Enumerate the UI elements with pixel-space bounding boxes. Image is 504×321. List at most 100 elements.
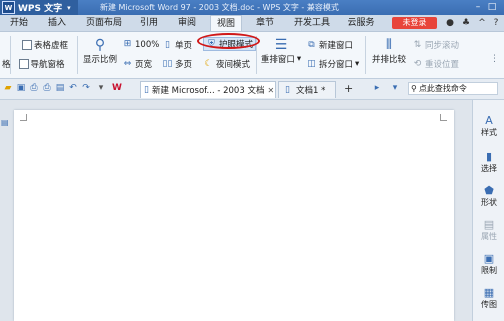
panel-label: 形状: [481, 198, 497, 207]
new-window-button[interactable]: ⧉ 新建窗口: [306, 39, 354, 52]
tab-document-active[interactable]: ▯ 新建 Microsof... - 2003 文档 ✕: [140, 81, 276, 98]
panel-label: 选择: [481, 164, 497, 173]
panel-upload-image[interactable]: ▦ 传图: [473, 286, 504, 310]
prev-tab-icon[interactable]: ▸: [372, 83, 382, 94]
panel-shapes[interactable]: ⬟ 形状: [473, 184, 504, 208]
night-mode-button[interactable]: ☾ 夜间模式: [203, 58, 251, 71]
panel-restrict[interactable]: ▣ 限制: [473, 252, 504, 276]
wps-home-tab[interactable]: W: [112, 83, 122, 94]
select-icon: ▮: [485, 150, 493, 163]
zoom-100-button[interactable]: ⊞ 100%: [122, 39, 160, 50]
night-mode-label: 夜间模式: [216, 60, 251, 70]
reset-position-icon: ⟲: [413, 58, 422, 69]
nav-pane-toggle[interactable]: 格 导航窗格: [2, 58, 65, 70]
menu-review[interactable]: 审阅: [172, 15, 202, 31]
checkbox[interactable]: [18, 59, 29, 69]
rearrange-window-button[interactable]: ☰ 重排窗口 ▾: [260, 37, 302, 65]
document-icon: ▯: [144, 84, 149, 95]
ribbon-more-icon[interactable]: ⋮: [490, 54, 499, 64]
app-menu-button[interactable]: W WPS 文字 ▾: [0, 0, 78, 15]
sync-scroll-label: 同步滚动: [425, 41, 460, 51]
margin-marker: [20, 114, 27, 121]
panel-select[interactable]: ▮ 选择: [473, 150, 504, 174]
moon-icon: ☾: [204, 58, 213, 69]
menu-page-layout[interactable]: 页面布局: [82, 15, 126, 31]
reset-position-label: 重设位置: [425, 60, 460, 70]
single-page-button[interactable]: ▯ 单页: [162, 39, 192, 52]
split-window-label: 拆分窗口: [319, 60, 354, 70]
tab-title: 新建 Microsof... - 2003 文档: [151, 86, 265, 96]
maximize-icon[interactable]: □: [486, 1, 498, 13]
ruler-icon[interactable]: ▤: [1, 118, 10, 127]
print-icon[interactable]: ⎙: [42, 83, 52, 94]
wps-logo-icon: W: [2, 1, 15, 14]
compare-icon: ⫴: [386, 37, 392, 53]
menu-view[interactable]: 视图: [210, 15, 242, 31]
zoom-button[interactable]: ⚲ 显示比例: [82, 37, 118, 65]
new-window-label: 新建窗口: [319, 41, 354, 51]
shapes-icon: ⬟: [484, 184, 494, 197]
redo-icon[interactable]: ↷: [81, 83, 91, 94]
panel-label: 限制: [481, 266, 497, 275]
panel-label: 属性: [481, 232, 497, 241]
tab-list-icon[interactable]: ▾: [390, 83, 400, 94]
separator: [365, 36, 366, 74]
title-bar: W WPS 文字 ▾ 新建 Microsoft Word 97 - 2003 文…: [0, 0, 504, 15]
rearrange-label: 重排窗口 ▾: [260, 54, 302, 65]
sync-scroll-icon: ⇅: [413, 39, 422, 50]
minimize-icon[interactable]: –: [472, 1, 484, 13]
menu-insert[interactable]: 插入: [42, 15, 72, 31]
side-by-side-label: 并排比较: [371, 55, 406, 65]
menu-section[interactable]: 章节: [250, 15, 280, 31]
new-tab-button[interactable]: +: [344, 82, 353, 95]
panel-label: 传图: [481, 300, 497, 309]
tab-bar: ▰ ▣ ⎙ ⎙ ▤ ↶ ↷ ▾ W ▯ 新建 Microsof... - 200…: [0, 79, 504, 100]
highlight-circle: [197, 33, 260, 49]
separator: [77, 36, 78, 74]
login-button[interactable]: 未登录: [392, 17, 437, 29]
side-by-side-button[interactable]: ⫴ 并排比较: [369, 37, 409, 65]
menu-home[interactable]: 开始: [4, 15, 34, 31]
margin-marker: [440, 114, 447, 121]
menu-bar: 开始 插入 页面布局 引用 审阅 视图 章节 开发工具 云服务 未登录 ● ♣ …: [0, 15, 504, 32]
split-window-button[interactable]: ◫ 拆分窗口 ▾: [306, 58, 359, 71]
command-search[interactable]: ⚲ 点此查找命令: [408, 82, 498, 95]
page-width-button[interactable]: ⇔ 页宽: [122, 58, 153, 71]
tab-title: 文档1 *: [296, 86, 326, 96]
search-placeholder: 点此查找命令: [418, 84, 467, 93]
zoom-label: 显示比例: [82, 55, 117, 65]
skin-icon[interactable]: ●: [444, 17, 456, 29]
checkbox[interactable]: [22, 40, 32, 50]
zoom-100-icon: ⊞: [123, 39, 132, 49]
save-icon[interactable]: ▣: [16, 83, 26, 94]
multi-page-button[interactable]: ▯▯ 多页: [162, 58, 192, 71]
menu-cloud[interactable]: 云服务: [342, 15, 380, 31]
document-page[interactable]: [14, 110, 454, 321]
collapse-icon[interactable]: ^: [476, 17, 488, 29]
print-preview-icon[interactable]: ⎙: [29, 83, 39, 94]
table-gridlines-label: 表格虚框: [34, 41, 69, 51]
chevron-down-icon: ▾: [67, 3, 71, 12]
panel-properties[interactable]: ▤ 属性: [473, 218, 504, 242]
preview-icon[interactable]: ▤: [55, 83, 65, 94]
dropdown-icon[interactable]: ▾: [96, 83, 106, 94]
split-window-icon: ◫: [307, 58, 316, 69]
reset-position-button[interactable]: ⟲ 重设位置: [412, 58, 460, 71]
multi-page-icon: ▯▯: [162, 58, 173, 69]
menu-references[interactable]: 引用: [134, 15, 164, 31]
folder-icon[interactable]: ▰: [3, 83, 13, 94]
panel-styles[interactable]: A 样式: [473, 114, 504, 138]
nav-pane-label: 导航窗格: [30, 60, 65, 70]
help-icon[interactable]: ?: [490, 17, 502, 29]
page-width-label: 页宽: [135, 60, 153, 70]
tab-document-1[interactable]: ▯ 文档1 *: [278, 81, 336, 98]
page-icon: ▯: [165, 39, 170, 50]
zoom-100-label: 100%: [135, 39, 160, 50]
sync-scroll-button[interactable]: ⇅ 同步滚动: [412, 39, 460, 52]
undo-icon[interactable]: ↶: [68, 83, 78, 94]
close-icon[interactable]: ✕: [267, 86, 274, 95]
table-gridlines-toggle[interactable]: 表格虚框: [22, 39, 68, 51]
image-icon: ▦: [483, 286, 495, 299]
menu-developer[interactable]: 开发工具: [290, 15, 334, 31]
shirt-icon[interactable]: ♣: [460, 17, 472, 29]
